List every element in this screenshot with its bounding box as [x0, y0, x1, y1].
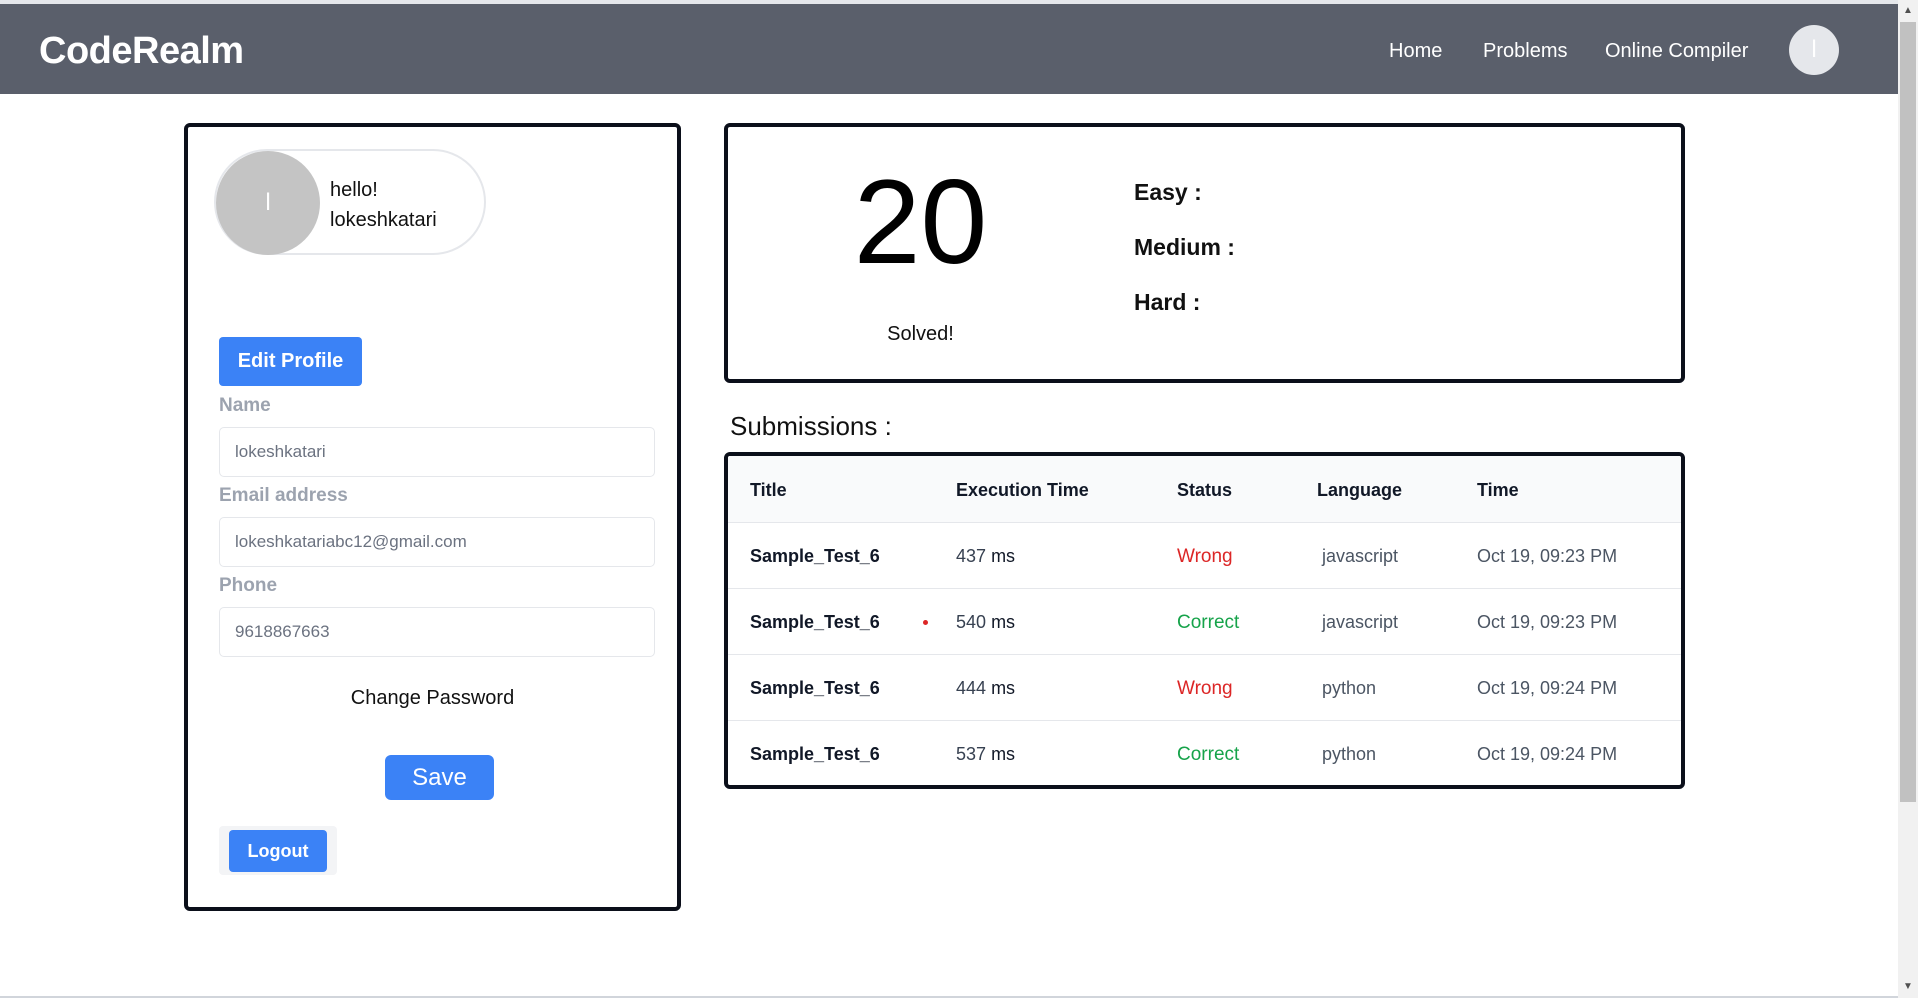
- language-value: python: [1322, 678, 1377, 698]
- solved-label: Solved!: [887, 323, 954, 345]
- logout-button[interactable]: Logout: [229, 830, 327, 872]
- cursor-dot-indicator: [923, 620, 928, 625]
- submissions-table: Title Execution Time Status Language Tim…: [724, 452, 1685, 789]
- navbar: CodeRealm Home Problems Online Compiler …: [0, 4, 1898, 94]
- name-field[interactable]: [219, 427, 655, 477]
- change-password-link[interactable]: Change Password: [188, 687, 677, 710]
- table-header: Title Execution Time Status Language Tim…: [728, 456, 1681, 523]
- table-row[interactable]: Sample_Test_6 540 ms Correct javascript …: [728, 588, 1681, 655]
- user-avatar[interactable]: l: [1789, 25, 1839, 75]
- table-row[interactable]: Sample_Test_6 437 ms Wrong javascript Oc…: [728, 522, 1681, 589]
- status-badge: Correct: [1177, 744, 1240, 765]
- hard-label: Hard :: [1134, 289, 1201, 315]
- header-execution-time: Execution Time: [956, 480, 1089, 500]
- name-label: Name: [219, 395, 271, 416]
- time-value: Oct 19, 09:23 PM: [1477, 612, 1618, 632]
- language-value: javascript: [1322, 546, 1399, 566]
- header-language: Language: [1317, 480, 1403, 500]
- status-badge: Wrong: [1177, 546, 1233, 567]
- status-badge: Wrong: [1177, 678, 1233, 699]
- email-field[interactable]: [219, 517, 655, 567]
- stats-card: 20 Solved! Easy : Medium : Hard :: [724, 123, 1685, 383]
- submissions-heading: Submissions :: [730, 411, 892, 441]
- execution-time-value: 444: [956, 678, 987, 698]
- greeting-pill: l hello! lokeshkatari: [214, 149, 486, 255]
- logout-container: Logout: [219, 826, 337, 875]
- scroll-down-arrow-icon[interactable]: ▼: [1898, 978, 1918, 996]
- time-value: Oct 19, 09:24 PM: [1477, 678, 1618, 698]
- nav-home-link[interactable]: Home: [1389, 40, 1442, 63]
- brand-logo[interactable]: CodeRealm: [39, 30, 244, 73]
- easy-label: Easy :: [1134, 179, 1202, 205]
- nav-online-compiler-link[interactable]: Online Compiler: [1605, 40, 1748, 63]
- execution-time: 437 ms: [956, 546, 1015, 567]
- status-badge: Correct: [1177, 612, 1240, 633]
- profile-card: l hello! lokeshkatari Edit Profile Name …: [184, 123, 681, 911]
- username-text: lokeshkatari: [330, 209, 437, 231]
- time-value: Oct 19, 09:24 PM: [1477, 744, 1618, 764]
- edit-profile-button[interactable]: Edit Profile: [219, 337, 362, 386]
- scroll-up-arrow-icon[interactable]: ▲: [1898, 2, 1918, 20]
- header-time: Time: [1477, 480, 1519, 500]
- phone-field[interactable]: [219, 607, 655, 657]
- solved-count: 20: [853, 155, 988, 289]
- time-value: Oct 19, 09:23 PM: [1477, 546, 1618, 566]
- submission-title[interactable]: Sample_Test_6: [750, 546, 880, 567]
- ms-unit: ms: [991, 678, 1016, 698]
- submission-title[interactable]: Sample_Test_6: [750, 612, 880, 633]
- ms-unit: ms: [991, 612, 1016, 632]
- header-title: Title: [750, 480, 787, 500]
- greeting-text: hello!: [330, 179, 378, 201]
- ms-unit: ms: [991, 744, 1016, 764]
- phone-label: Phone: [219, 575, 278, 596]
- save-button[interactable]: Save: [385, 755, 494, 800]
- execution-time-value: 537: [956, 744, 987, 764]
- execution-time: 537 ms: [956, 744, 1015, 765]
- email-label: Email address: [219, 485, 348, 506]
- execution-time-value: 437: [956, 546, 987, 566]
- execution-time: 540 ms: [956, 612, 1015, 633]
- medium-label: Medium :: [1134, 234, 1235, 260]
- execution-time-value: 540: [956, 612, 987, 632]
- header-status: Status: [1177, 480, 1233, 500]
- profile-avatar: l: [216, 151, 320, 255]
- language-value: python: [1322, 744, 1377, 764]
- submission-title[interactable]: Sample_Test_6: [750, 744, 880, 765]
- table-row[interactable]: Sample_Test_6 444 ms Wrong python Oct 19…: [728, 654, 1681, 721]
- scrollbar-thumb[interactable]: [1900, 22, 1916, 802]
- language-value: javascript: [1322, 612, 1399, 632]
- ms-unit: ms: [991, 546, 1016, 566]
- nav-problems-link[interactable]: Problems: [1483, 40, 1567, 63]
- execution-time: 444 ms: [956, 678, 1015, 699]
- table-row[interactable]: Sample_Test_6 537 ms Correct python Oct …: [728, 720, 1681, 785]
- submission-title[interactable]: Sample_Test_6: [750, 678, 880, 699]
